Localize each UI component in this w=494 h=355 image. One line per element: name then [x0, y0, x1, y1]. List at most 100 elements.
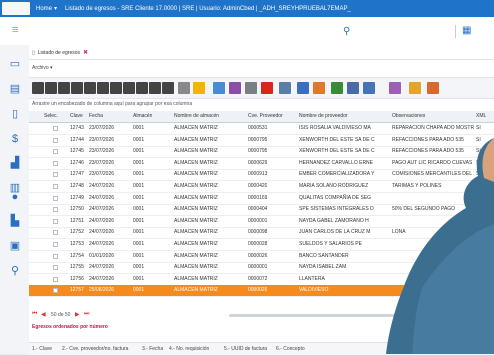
col-almacen[interactable]: Almacén [133, 111, 152, 122]
row-checkbox[interactable] [53, 242, 58, 247]
col-nombre-almacen[interactable]: Nombre de almacén [174, 111, 219, 122]
col-nombre-proveedor[interactable]: Nombre de proveedor [299, 111, 348, 122]
row-checkbox[interactable] [53, 276, 58, 282]
table-row[interactable]: 12747 23/07/2026 0001 ALMACEN MATRIZ 0000913… [29, 169, 494, 182]
nav-delete-icon[interactable] [136, 82, 148, 94]
nav-save-icon[interactable] [149, 82, 161, 94]
close-icon[interactable]: ✖ [83, 49, 88, 56]
row-checkbox[interactable] [53, 195, 58, 201]
row-checkbox[interactable] [53, 184, 58, 189]
window-icon[interactable]: ▭ [8, 58, 22, 70]
chart-icon[interactable]: ▟ [8, 157, 22, 169]
nav-edit-icon[interactable] [123, 82, 135, 94]
hamburger-menu-icon[interactable]: ≡ [12, 25, 18, 36]
sort-tab-5[interactable]: 5.- UUID de factura [224, 346, 267, 352]
row-checkbox[interactable] [53, 149, 58, 155]
factory-icon[interactable]: ▙ [8, 215, 22, 227]
sort-tab-3[interactable]: 3.- Fecha [142, 346, 163, 352]
row-checkbox[interactable] [53, 288, 58, 294]
cell-nombre_almacen: ALMACEN MATRIZ [174, 229, 218, 236]
attach-icon[interactable] [389, 82, 401, 94]
report-icon[interactable] [427, 82, 439, 94]
cell-obs: REPARACION CHAPA ADO MOSTRADOR [392, 125, 474, 131]
sort-tab-4[interactable]: 4.- No. requisición [169, 346, 209, 352]
table-row[interactable]: 12750 24/07/2026 0001 ALMACEN MATRIZ 0000404… [29, 204, 494, 217]
cell-clave: 12754 [70, 252, 84, 259]
row-checkbox[interactable] [53, 160, 58, 166]
row-checkbox[interactable] [53, 126, 58, 131]
nav-next-icon[interactable] [71, 82, 83, 94]
row-checkbox[interactable] [53, 137, 58, 143]
table-row[interactable]: 12743 23/07/2026 0001 ALMACEN MATRIZ 0000531… [29, 123, 494, 135]
clear-filter-icon[interactable] [229, 82, 241, 94]
menu-archivo[interactable]: Archivo ▾ [32, 65, 53, 71]
table-row[interactable]: 12746 23/07/2026 0001 ALMACEN MATRIZ 0000629… [29, 158, 494, 170]
next-page-icon[interactable]: ▶ [75, 311, 80, 318]
filter-icon[interactable] [193, 82, 205, 94]
table-row[interactable]: 12757 25/08/2026 0001 ALMACEN MATRIZ 0000026… [29, 285, 494, 298]
table-row[interactable]: 12755 24/07/2026 0001 ALMACEN MATRIZ 0000001… [29, 262, 494, 275]
col-fecha[interactable]: Fecha [89, 111, 103, 122]
printer-icon[interactable]: ▤ [8, 83, 22, 95]
tab-listado-egresos[interactable]: ▯ Listado de egresos ✖ [32, 47, 88, 58]
row-checkbox[interactable] [53, 172, 58, 178]
nav-first-icon[interactable] [32, 82, 44, 94]
table-row[interactable]: 12751 24/07/2026 0001 ALMACEN MATRIZ 0000001… [29, 216, 494, 228]
mail-icon[interactable] [297, 82, 309, 94]
sort-title: Egresos ordenados por número [32, 324, 108, 330]
nav-prev-icon[interactable] [58, 82, 70, 94]
help-icon[interactable]: ● [8, 191, 22, 203]
nav-cancel-icon[interactable] [162, 82, 174, 94]
folder-icon[interactable] [409, 82, 421, 94]
delete-icon[interactable] [261, 82, 273, 94]
row-checkbox[interactable] [53, 207, 58, 213]
cell-prov: VALDIVIESO [299, 287, 329, 294]
export-icon[interactable] [279, 82, 291, 94]
chevron-down-icon[interactable]: ▾ [54, 5, 57, 12]
table-row[interactable]: 12745 23/07/2026 0001 ALMACEN MATRIZ 0000795… [29, 146, 494, 159]
sort-tab-2[interactable]: 2.- Cve. proveedor/no. factura [62, 346, 128, 352]
nav-add-icon[interactable] [110, 82, 122, 94]
row-checkbox[interactable] [53, 218, 58, 224]
table-row[interactable]: 12744 23/07/2026 0001 ALMACEN MATRIZ 0000795… [29, 135, 494, 147]
columns-icon[interactable] [213, 82, 225, 94]
col-observaciones[interactable]: Observaciones [392, 111, 425, 122]
row-checkbox[interactable] [53, 265, 58, 271]
cell-almacen: 0001 [133, 194, 145, 201]
last-page-icon[interactable]: ⏭ [84, 311, 89, 318]
nav-next-page-icon[interactable] [84, 82, 96, 94]
document-icon[interactable]: ▯ [8, 108, 22, 120]
dollar-icon[interactable]: $ [8, 133, 22, 145]
row-checkbox[interactable] [53, 230, 58, 236]
search-icon[interactable]: ⚲ [8, 265, 22, 277]
sort-tab-6[interactable]: 6.- Concepto [276, 346, 305, 352]
table-row[interactable]: 12754 01/01/2026 0001 ALMACEN MATRIZ 0000026… [29, 251, 494, 263]
users-icon[interactable] [313, 82, 325, 94]
table-row[interactable]: 12753 24/07/2026 0001 ALMACEN MATRIZ 0000028… [29, 239, 494, 251]
col-clave[interactable]: Clave [70, 111, 83, 122]
table-row[interactable]: 12748 24/07/2026 0001 ALMACEN MATRIZ 0000420… [29, 181, 494, 193]
col-selec[interactable]: Selec. [44, 111, 58, 122]
sort-tab-1[interactable]: 1.- Clave [32, 346, 52, 352]
table-row[interactable]: 12752 24/07/2026 0001 ALMACEN MATRIZ 0000098… [29, 227, 494, 240]
calendar-icon[interactable]: ▦ [462, 25, 471, 36]
table-row[interactable]: 12756 24/07/2026 0001 ALMACEN MATRIZ 0000072… [29, 274, 494, 286]
sitemap-icon[interactable]: ⚲ [343, 26, 350, 37]
prev-page-icon[interactable]: ◀ [41, 311, 46, 318]
nav-last-icon[interactable] [97, 82, 109, 94]
horizontal-scrollbar[interactable] [229, 314, 439, 317]
nav-prev-page-icon[interactable] [45, 82, 57, 94]
first-page-icon[interactable]: ⏮ [32, 311, 37, 318]
home-menu-button[interactable]: Home [36, 6, 52, 12]
refresh-icon[interactable] [178, 82, 190, 94]
cell-almacen: 0001 [133, 159, 145, 166]
calculator-icon[interactable] [347, 82, 359, 94]
book-icon[interactable] [363, 82, 375, 94]
print-icon[interactable] [245, 82, 257, 94]
col-xml[interactable]: XML [476, 111, 486, 122]
col-cve-proveedor[interactable]: Cve. Proveedor [248, 111, 283, 122]
table-row[interactable]: 12749 24/07/2026 0001 ALMACEN MATRIZ 0000169… [29, 193, 494, 205]
row-checkbox[interactable] [53, 253, 58, 259]
briefcase-icon[interactable]: ▣ [8, 240, 22, 252]
excel-icon[interactable] [331, 82, 343, 94]
